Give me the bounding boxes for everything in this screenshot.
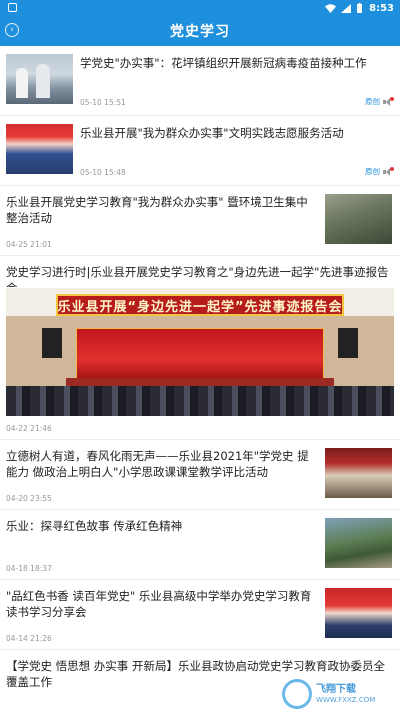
news-thumbnail — [325, 518, 392, 568]
news-item[interactable]: 乐业县开展"我为群众办实事"文明实践志愿服务活动 05-10 15:48 原创 — [0, 116, 400, 186]
news-item[interactable]: 乐业县开展党史学习教育"我为群众办实事" 暨环境卫生集中整治活动 04-25 2… — [0, 186, 400, 256]
speaker-icon[interactable] — [383, 166, 394, 176]
watermark-logo-icon — [282, 679, 312, 709]
audience — [6, 386, 394, 416]
news-item[interactable]: 立德树人有道，春风化雨无声——乐业县2021年"学党史 提能力 做政治上明白人"… — [0, 440, 400, 510]
banner-sign: 乐业县开展“身边先进一起学”先进事迹报告会 — [56, 294, 344, 316]
status-icons — [325, 3, 363, 13]
news-title: "品红色书香 读百年党史" 乐业县高级中学举办党史学习教育读书学习分享会 — [6, 589, 312, 619]
news-time: 04-14 21:26 — [6, 634, 52, 643]
speaker-box — [42, 328, 62, 358]
news-thumbnail — [325, 588, 392, 638]
news-item[interactable]: 乐业：探寻红色故事 传承红色精神 04-18 18:37 — [0, 510, 400, 580]
speaker-icon[interactable] — [383, 96, 394, 106]
news-time: 04-22 21:46 — [6, 424, 52, 433]
news-item[interactable]: "品红色书香 读百年党史" 乐业县高级中学举办党史学习教育读书学习分享会 04-… — [0, 580, 400, 650]
news-thumbnail — [6, 54, 73, 104]
page-title: 党史学习 — [170, 24, 230, 40]
news-time: 05-10 15:48 — [80, 168, 126, 177]
signal-icon — [341, 3, 352, 13]
news-title: 学党史"办实事"：花坪镇组织开展新冠病毒疫苗接种工作 — [80, 56, 367, 70]
watermark-text-group: 飞翔下载 WWW.FXXZ.COM — [316, 684, 375, 704]
news-thumbnail — [6, 124, 73, 174]
battery-icon — [357, 3, 363, 13]
watermark-text: 飞翔下载 — [316, 684, 356, 695]
original-tag: 原创 — [365, 167, 380, 176]
news-time: 04-18 18:37 — [6, 564, 52, 573]
news-thumbnail — [325, 448, 392, 498]
status-time: 8:53 — [369, 2, 394, 14]
watermark: 飞翔下载 WWW.FXXZ.COM — [282, 676, 392, 712]
back-arrow-icon[interactable]: ‹ — [5, 23, 19, 37]
stage-backdrop — [76, 328, 324, 380]
news-time: 04-25 21:01 — [6, 240, 52, 249]
news-banner-image: 乐业县开展“身边先进一起学”先进事迹报告会 — [6, 288, 394, 416]
speaker-box — [338, 328, 358, 358]
original-tag: 原创 — [365, 97, 380, 106]
news-tools: 原创 — [365, 96, 394, 107]
status-bar: 8:53 — [0, 0, 400, 16]
news-title: 乐业县开展党史学习教育"我为群众办实事" 暨环境卫生集中整治活动 — [6, 195, 308, 225]
notification-icon — [8, 3, 17, 12]
news-title: 乐业县开展"我为群众办实事"文明实践志愿服务活动 — [80, 126, 344, 140]
news-thumbnail — [325, 194, 392, 244]
news-title: 乐业：探寻红色故事 传承红色精神 — [6, 519, 183, 533]
news-tools: 原创 — [365, 166, 394, 177]
wifi-icon — [325, 3, 337, 13]
news-item[interactable]: 学党史"办实事"：花坪镇组织开展新冠病毒疫苗接种工作 05-10 15:51 原… — [0, 46, 400, 116]
news-time: 05-10 15:51 — [80, 98, 126, 107]
title-bar: ‹ 党史学习 — [0, 16, 400, 46]
news-item-featured[interactable]: 党史学习进行时|乐业县开展党史学习教育之"身边先进一起学"先进事迹报告会 乐业县… — [0, 256, 400, 440]
news-time: 04-20 23:55 — [6, 494, 52, 503]
news-title: 立德树人有道，春风化雨无声——乐业县2021年"学党史 提能力 做政治上明白人"… — [6, 449, 309, 479]
news-feed[interactable]: 学党史"办实事"：花坪镇组织开展新冠病毒疫苗接种工作 05-10 15:51 原… — [0, 46, 400, 716]
watermark-url: WWW.FXXZ.COM — [316, 696, 376, 704]
